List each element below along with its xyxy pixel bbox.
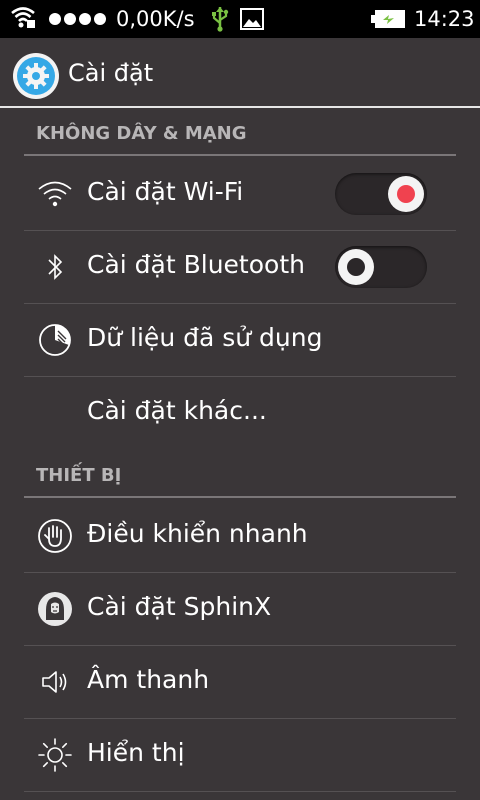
sound-item[interactable]: Âm thanh bbox=[24, 646, 456, 719]
data-usage-icon bbox=[39, 324, 71, 356]
data-usage-item[interactable]: Dữ liệu đã sử dụng bbox=[24, 304, 456, 377]
section-header-wireless: KHÔNG DÂY & MẠNG bbox=[24, 110, 456, 156]
wifi-toggle[interactable] bbox=[335, 173, 427, 215]
brightness-icon bbox=[38, 738, 72, 772]
clock: 14:23 bbox=[414, 7, 475, 31]
quick-control-item[interactable]: Điều khiển nhanh bbox=[24, 500, 456, 573]
settings-gear-icon[interactable] bbox=[13, 53, 59, 99]
display-item[interactable]: Hiển thị bbox=[24, 719, 456, 792]
wifi-settings-label: Cài đặt Wi-Fi bbox=[87, 177, 244, 206]
section-header-label: THIẾT BỊ bbox=[36, 465, 122, 486]
status-bar: 0,00K/s 14:23 bbox=[0, 0, 480, 38]
data-usage-label: Dữ liệu đã sử dụng bbox=[87, 323, 323, 352]
sphinx-settings-label: Cài đặt SphinX bbox=[87, 592, 272, 621]
page-title: Cài đặt bbox=[68, 59, 154, 87]
speaker-icon bbox=[42, 671, 67, 693]
bluetooth-icon bbox=[48, 254, 63, 280]
bluetooth-settings-label: Cài đặt Bluetooth bbox=[87, 250, 305, 279]
section-header-label: KHÔNG DÂY & MẠNG bbox=[36, 123, 247, 144]
wifi-icon bbox=[38, 181, 72, 207]
wifi-icon bbox=[11, 7, 35, 28]
more-settings-label: Cài đặt khác... bbox=[87, 396, 267, 425]
sphinx-settings-item[interactable]: Cài đặt SphinX bbox=[24, 573, 456, 646]
bluetooth-settings-item[interactable]: Cài đặt Bluetooth bbox=[24, 231, 456, 304]
wifi-settings-item[interactable]: Cài đặt Wi-Fi bbox=[24, 158, 456, 231]
section-header-device: THIẾT BỊ bbox=[24, 452, 456, 498]
network-speed: 0,00K/s bbox=[116, 7, 195, 31]
signal-dots-icon bbox=[49, 13, 106, 25]
bluetooth-toggle[interactable] bbox=[335, 246, 427, 288]
more-settings-item[interactable]: Cài đặt khác... bbox=[24, 377, 456, 450]
display-label: Hiển thị bbox=[87, 738, 185, 767]
hand-icon bbox=[38, 519, 72, 553]
sphinx-icon bbox=[38, 592, 72, 626]
usb-icon bbox=[212, 7, 229, 32]
action-bar: Cài đặt bbox=[0, 38, 480, 108]
quick-control-label: Điều khiển nhanh bbox=[87, 519, 308, 548]
gallery-icon bbox=[240, 8, 264, 30]
battery-charging-icon bbox=[371, 10, 405, 28]
sound-label: Âm thanh bbox=[87, 665, 210, 694]
